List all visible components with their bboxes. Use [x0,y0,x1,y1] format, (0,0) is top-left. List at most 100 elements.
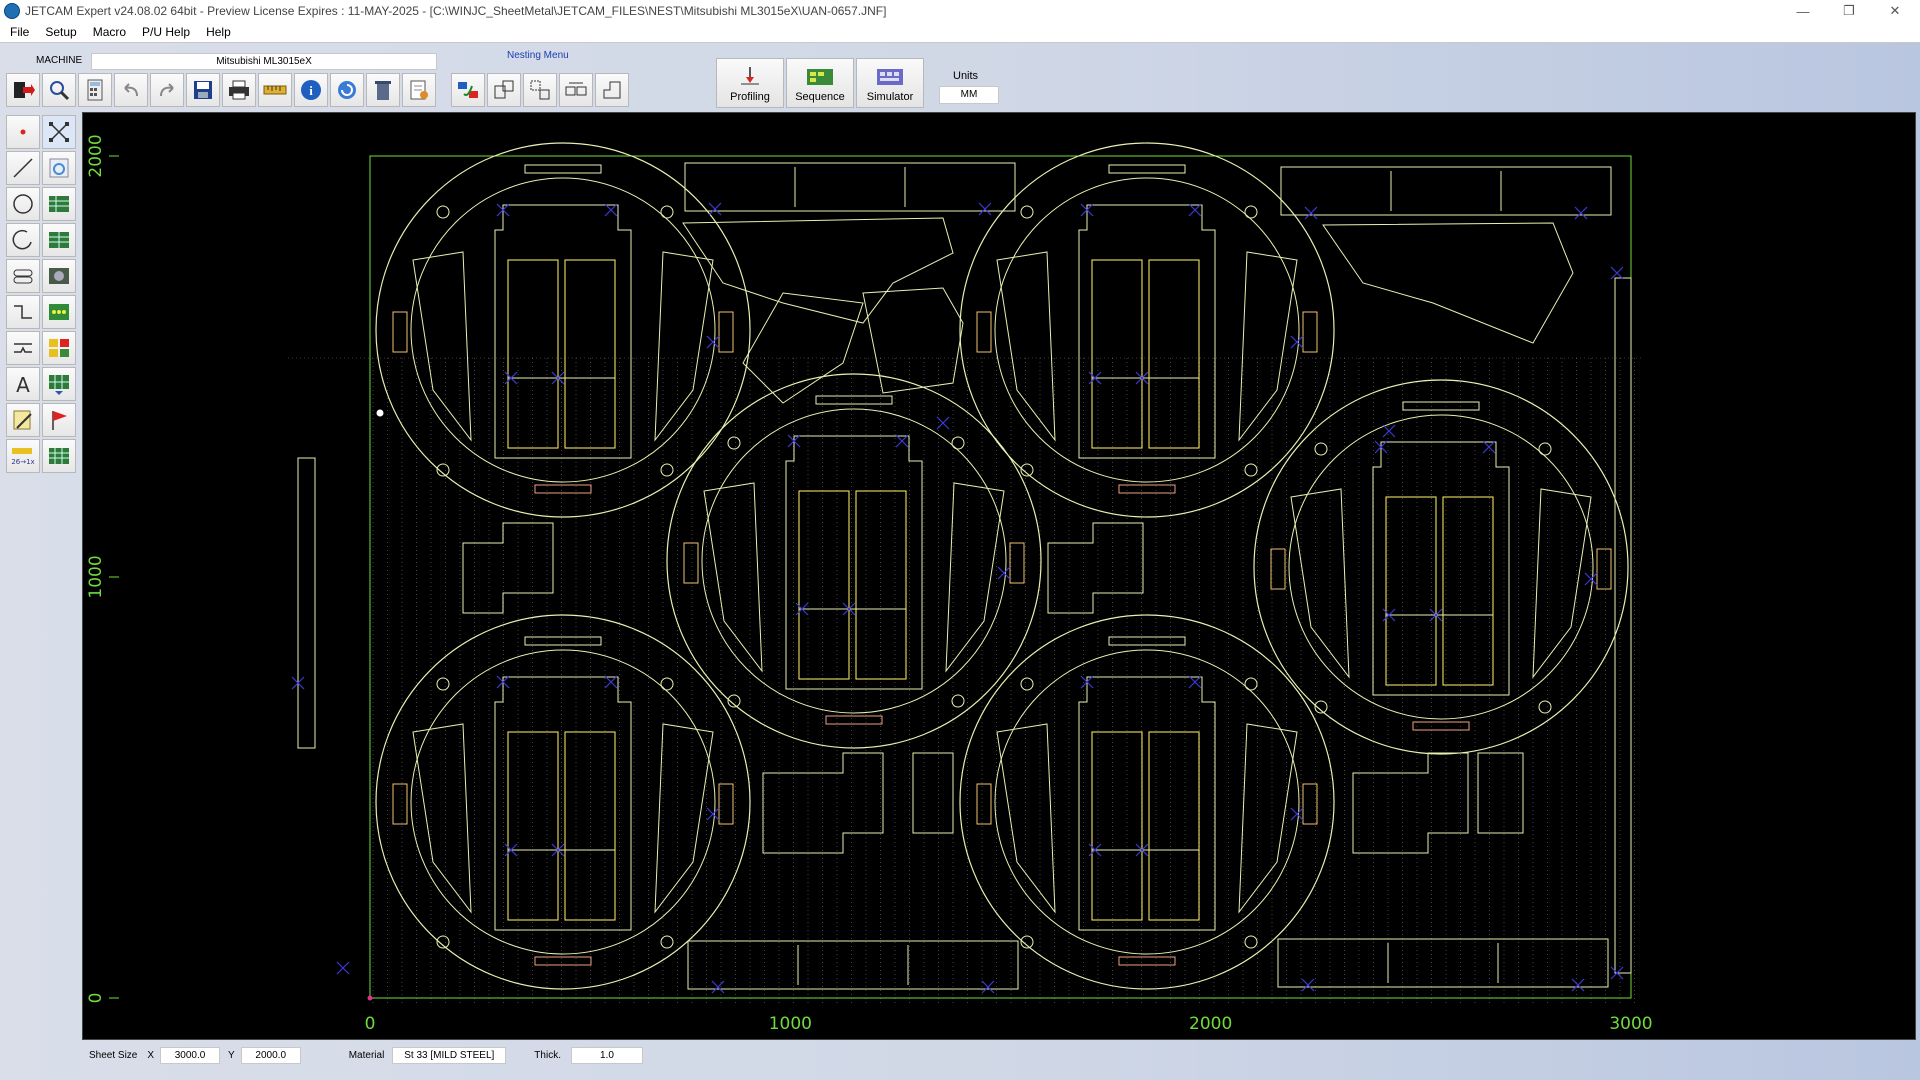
x-tick-label: 1000 [769,1014,812,1034]
bracket-window [1091,731,1143,921]
tab-part [1477,752,1524,834]
menu-macro[interactable]: Macro [85,25,134,39]
nest-drawing[interactable]: 0 1000 2000 3000 0 1000 2000 [83,113,1915,1039]
snap-tool[interactable] [42,115,76,149]
info-button[interactable]: i [294,73,328,107]
ring-hole [951,436,965,450]
ring-slot [825,715,883,725]
bracket-window [1385,496,1437,686]
x-tick-label: 2000 [1189,1014,1232,1034]
simulator-label: Simulator [866,91,914,103]
profiling-icon [741,67,759,85]
ring-slot [1302,783,1318,825]
sequence-icon [807,69,833,85]
menu-setup[interactable]: Setup [37,25,84,39]
material-field[interactable]: St 33 [MILD STEEL] [392,1046,507,1064]
grid-tool[interactable] [42,187,76,221]
ring-hole [1020,677,1034,691]
zoom-button[interactable] [42,73,76,107]
flag-tool[interactable] [42,403,76,437]
ring-slot [976,311,992,353]
array-part-button[interactable] [559,73,593,107]
sheet-grid-tool[interactable] [42,439,76,473]
bracket-window [1148,259,1200,449]
text-tool[interactable]: A [6,367,40,401]
ring-outer [375,614,751,990]
color-grid-tool[interactable] [42,331,76,365]
camera-tool[interactable] [42,259,76,293]
profiling-button[interactable]: Profiling [716,58,784,108]
part-list-tool[interactable] [42,367,76,401]
side-plate [412,251,472,442]
simulator-icon [877,69,903,85]
bridge-tool[interactable] [6,331,40,365]
undo-button[interactable] [114,73,148,107]
nesting-menu-label: Nesting Menu [507,50,569,61]
close-button[interactable]: ✕ [1872,0,1918,22]
menu-help[interactable]: Help [198,25,239,39]
part-list-icon [49,375,69,395]
ring-slot [1108,636,1186,646]
arc-tool[interactable] [6,223,40,257]
remnant-button[interactable] [595,73,629,107]
ring-slot [524,164,602,174]
sheet-y-label: Y [228,1049,235,1061]
part-info-tool[interactable] [42,151,76,185]
minimize-button[interactable]: — [1780,0,1826,22]
move-part-button[interactable] [523,73,557,107]
menu-pu-help[interactable]: P/U Help [134,25,198,39]
restore-button[interactable]: ❐ [1826,0,1872,22]
table-icon [49,232,69,248]
point-tool[interactable] [6,115,40,149]
side-plate [654,251,714,442]
x-tick-label: 3000 [1609,1014,1652,1034]
sequence-button[interactable]: Sequence [786,58,854,108]
menu-file[interactable]: File [0,25,37,39]
redo-button[interactable] [150,73,184,107]
ring-hole [1314,442,1328,456]
ring-slot [1118,484,1176,494]
thickness-label: Thick. [534,1049,561,1061]
ring-hole [660,677,674,691]
thickness-field[interactable]: 1.0 [570,1046,643,1064]
measure-button[interactable] [258,73,292,107]
side-plate [1290,488,1350,679]
delete-button[interactable] [366,73,400,107]
calculator-button[interactable] [78,73,112,107]
auto-nest-button[interactable] [451,73,485,107]
array-tool[interactable] [42,295,76,329]
properties-button[interactable] [402,73,436,107]
ring-hole [1244,677,1258,691]
delete-icon [375,81,391,100]
table-tool[interactable] [42,223,76,257]
exit-button[interactable] [6,73,40,107]
slot-tool[interactable] [6,259,40,293]
units-field[interactable]: MM [939,86,999,104]
line-tool[interactable] [6,151,40,185]
ring-hole [1244,463,1258,477]
machine-field[interactable]: Mitsubishi ML3015eX [91,53,437,70]
ring-slot [1402,401,1480,411]
circle-tool[interactable] [6,187,40,221]
refresh-button[interactable] [330,73,364,107]
bracket-window [855,490,907,680]
ring-slot [392,783,408,825]
ring-slot [683,542,699,584]
sheet-x-field[interactable]: 3000.0 [160,1046,221,1064]
dimension-tool[interactable]: 26→1x [6,439,40,473]
nest-canvas[interactable]: 0 1000 2000 3000 0 1000 2000 [82,112,1916,1040]
snap-icon [49,122,69,142]
ring-inner [410,649,716,955]
side-plate [1238,251,1298,442]
sheet-y-field[interactable]: 2000.0 [240,1046,301,1064]
edit-tool[interactable] [6,403,40,437]
nest-part-button[interactable] [487,73,521,107]
zoom-icon [50,81,70,101]
print-button[interactable] [222,73,256,107]
print-icon [229,80,249,100]
mode-buttons: Profiling Sequence Simulator [716,58,926,108]
bridge-icon [14,343,32,353]
simulator-button[interactable]: Simulator [856,58,924,108]
save-button[interactable] [186,73,220,107]
step-tool[interactable] [6,295,40,329]
